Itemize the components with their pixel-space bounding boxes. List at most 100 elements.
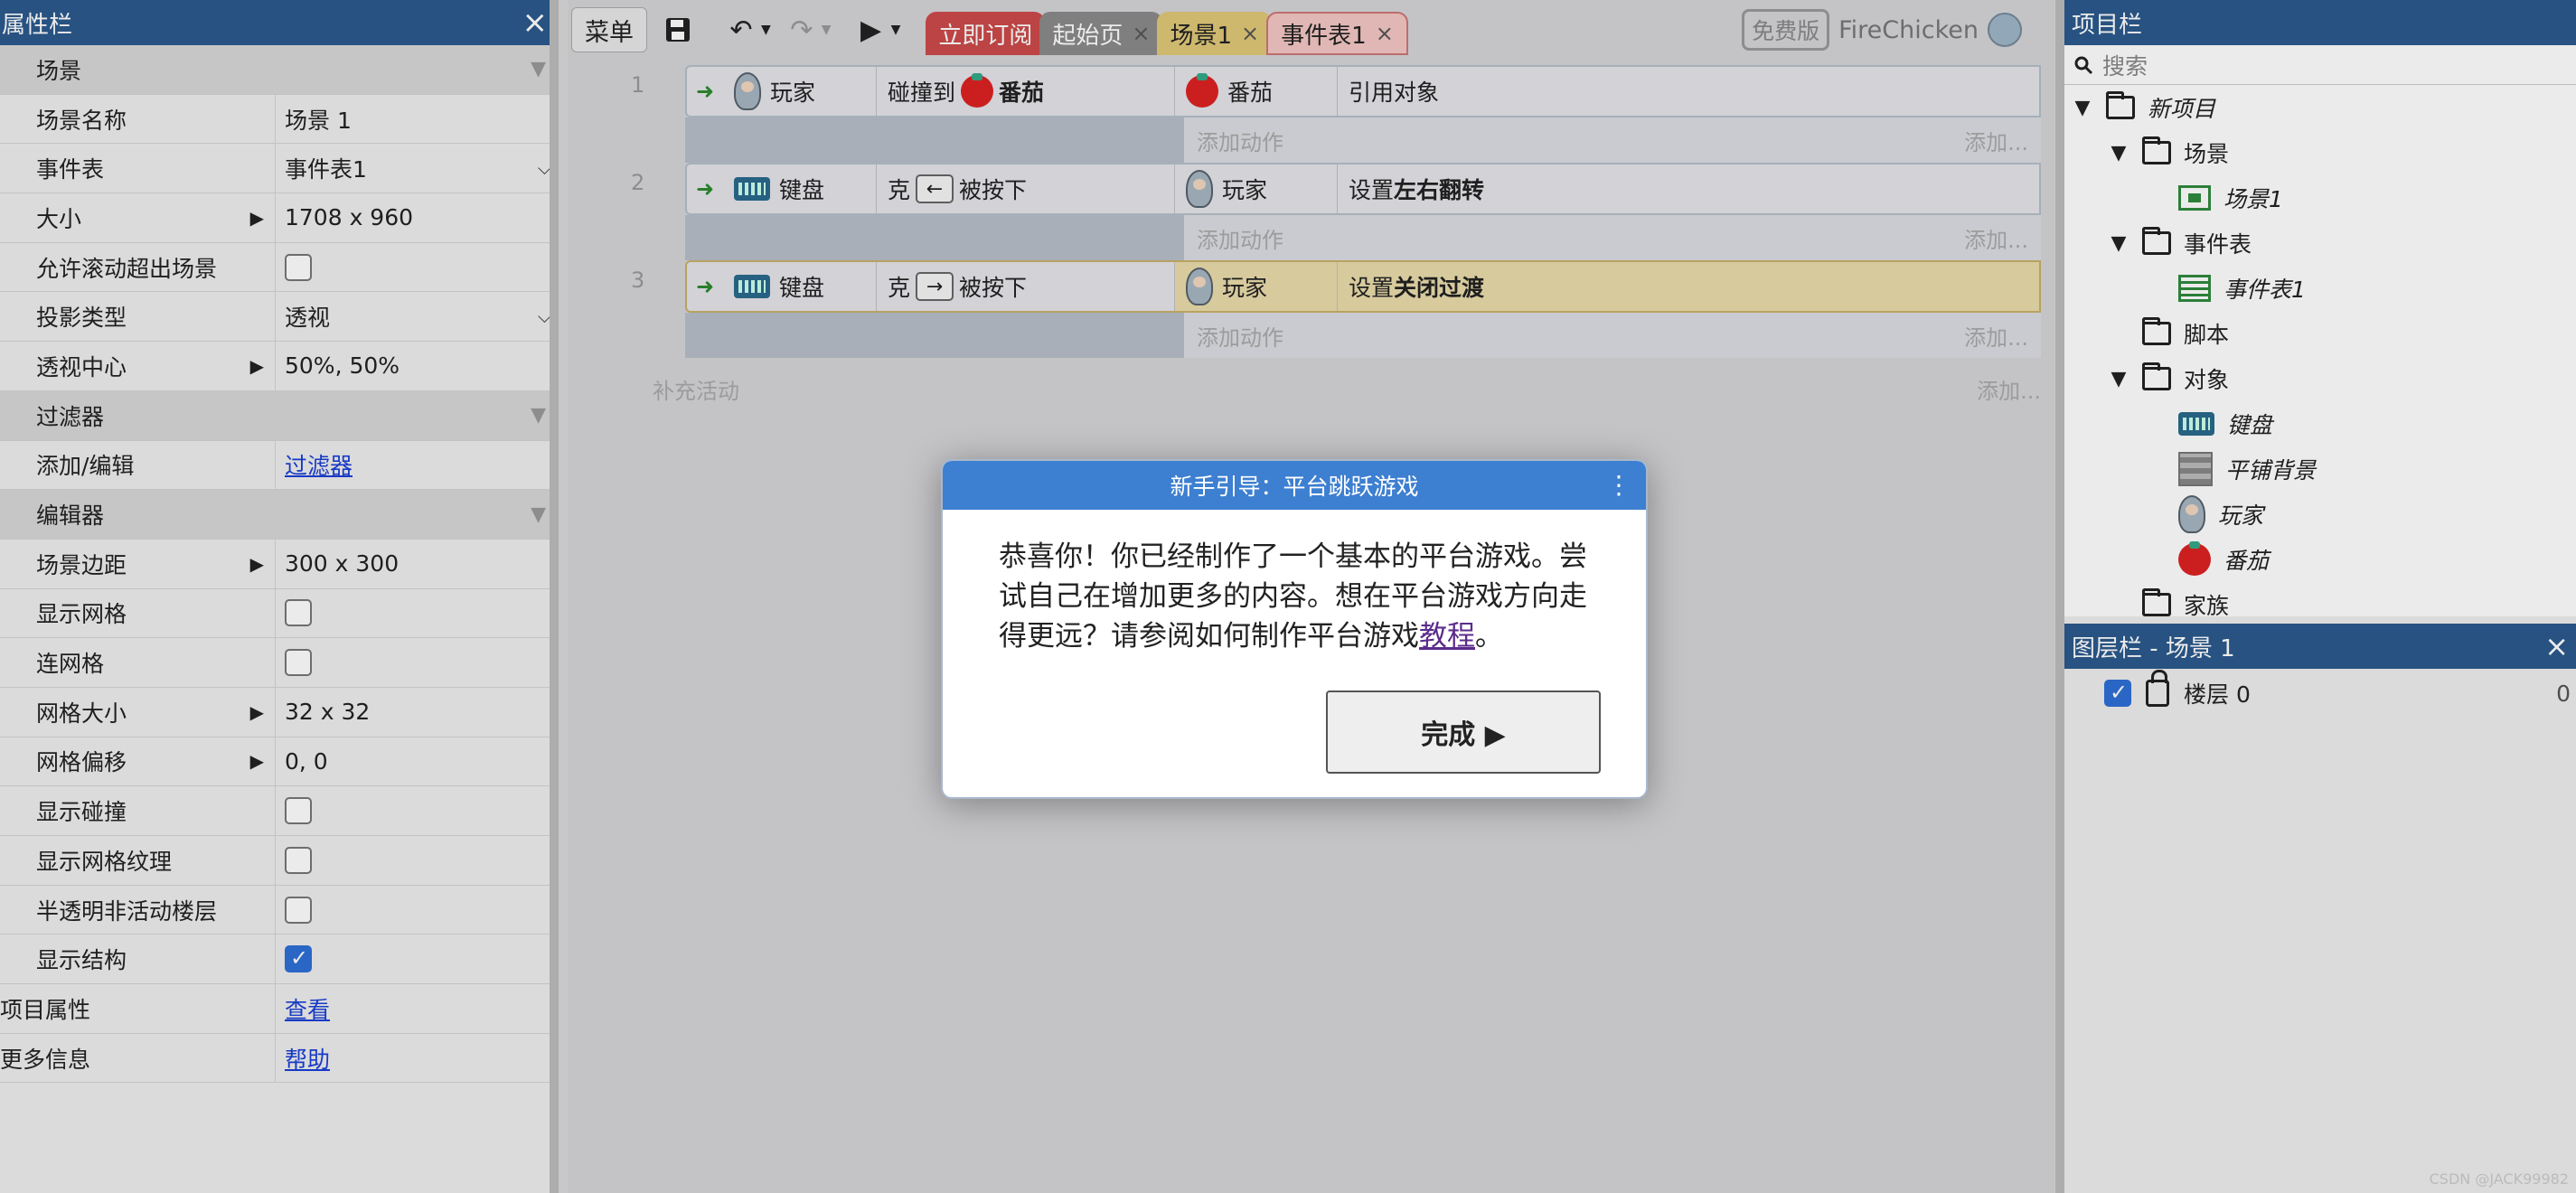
checkbox[interactable] [285, 599, 312, 627]
tree-item[interactable]: 番茄 [2064, 537, 2576, 582]
add-more[interactable]: 添加... [1964, 125, 2028, 156]
tab-label[interactable]: 立即订阅 [938, 17, 1032, 51]
edition-badge[interactable]: 免费版 [1742, 9, 1830, 51]
property-value-cell[interactable] [276, 836, 559, 885]
tree-item[interactable]: 脚本 [2064, 311, 2576, 356]
action[interactable]: 设置 关闭过渡 [1338, 262, 2039, 311]
supplement-row[interactable]: 补充活动 添加... [653, 373, 2041, 405]
tab-scene[interactable]: 场景1 × [1157, 12, 1273, 55]
checkbox[interactable] [285, 797, 312, 825]
play-dropdown-icon[interactable]: ▼ [891, 23, 901, 37]
property-value-cell[interactable] [276, 243, 559, 292]
tutorial-link[interactable]: 教程 [1419, 620, 1475, 653]
close-icon[interactable]: × [1376, 21, 1394, 46]
action-object[interactable]: 番茄 [1175, 67, 1338, 116]
tab-label[interactable]: 场景1 [1170, 17, 1232, 51]
property-value-cell[interactable]: 事件表1 ⌵ [276, 144, 559, 193]
condition-object[interactable]: 键盘 [723, 164, 877, 213]
add-action[interactable]: 添加动作 [1197, 222, 1283, 254]
tree-item[interactable]: 玩家 [2064, 492, 2576, 537]
property-value-cell[interactable]: 透视 ⌵ [276, 292, 559, 341]
add-more[interactable]: 添加... [1964, 222, 2028, 254]
expand-arrow-icon[interactable]: ▼ [2108, 368, 2129, 390]
close-icon[interactable]: × [1241, 21, 1259, 46]
close-icon[interactable]: × [1132, 21, 1150, 46]
tree-item[interactable]: 家族 [2064, 582, 2576, 616]
property-value-cell[interactable] [276, 786, 559, 835]
expand-arrow-icon[interactable]: ▼ [2108, 232, 2129, 255]
checkbox[interactable] [285, 846, 312, 874]
add-action-row[interactable]: 添加动作 添加... [1184, 117, 2041, 163]
condition-object[interactable]: 键盘 [723, 262, 877, 311]
tab-sub[interactable]: 立即订阅 [926, 12, 1046, 55]
expand-arrow-icon[interactable]: ▼ [2108, 142, 2129, 164]
expand-icon[interactable]: ▶ [250, 701, 264, 723]
expand-icon[interactable]: ▶ [250, 553, 264, 575]
panel-splitter[interactable] [550, 0, 559, 1193]
layer-row[interactable]: 楼层 0 0 [2064, 669, 2576, 718]
collapse-icon[interactable]: ▼ [531, 58, 546, 80]
tree-item[interactable]: ▼ 对象 [2064, 356, 2576, 401]
checkbox[interactable] [285, 253, 312, 281]
avatar[interactable] [1988, 13, 2022, 47]
more-vertical-icon[interactable]: ⋮ [1606, 470, 1631, 500]
property-value-cell[interactable] [276, 638, 559, 687]
close-icon[interactable]: × [522, 7, 549, 38]
supplement-add[interactable]: 添加... [1977, 373, 2041, 405]
checkbox[interactable] [285, 896, 312, 924]
property-link[interactable]: 过滤器 [285, 448, 353, 481]
tab-label[interactable]: 事件表1 [1281, 17, 1367, 51]
property-link[interactable]: 查看 [285, 992, 330, 1025]
condition[interactable]: 碰撞到 番茄 [877, 67, 1175, 116]
tree-item[interactable]: ▼ 新项目 [2064, 85, 2576, 130]
panel-splitter[interactable] [2055, 0, 2064, 1193]
layer-visible-checkbox[interactable] [2104, 680, 2131, 707]
done-button[interactable]: 完成 ▶ [1326, 690, 1601, 774]
property-group[interactable]: 场景 ▼ [0, 45, 559, 95]
action-object[interactable]: 玩家 [1175, 262, 1338, 311]
tree-item[interactable]: 事件表1 [2064, 266, 2576, 311]
supplement-label[interactable]: 补充活动 [653, 373, 739, 405]
property-value-cell[interactable]: 查看 [276, 984, 559, 1033]
collapse-icon[interactable]: ▼ [531, 404, 546, 427]
tab-events[interactable]: 事件表1 × [1266, 12, 1408, 55]
checkbox[interactable] [285, 945, 312, 973]
expand-icon[interactable]: ▶ [250, 750, 264, 772]
property-group[interactable]: 过滤器 ▼ [0, 390, 559, 441]
property-value[interactable]: 事件表1 [285, 152, 367, 184]
condition[interactable]: 克 → 被按下 [877, 262, 1175, 311]
add-action[interactable]: 添加动作 [1197, 320, 1283, 352]
redo-dropdown-icon[interactable]: ▼ [822, 23, 832, 37]
search-input[interactable]: 搜索 [2102, 49, 2148, 81]
property-value-cell[interactable] [276, 589, 559, 638]
property-value-cell[interactable] [276, 886, 559, 935]
expand-icon[interactable]: ▶ [250, 355, 264, 377]
expand-arrow-icon[interactable]: ▼ [2072, 97, 2093, 119]
condition-object[interactable]: 玩家 [723, 67, 877, 116]
close-icon[interactable]: × [2544, 629, 2569, 663]
property-value-cell[interactable]: 帮助 [276, 1034, 559, 1083]
tree-item[interactable]: ▼ 场景 [2064, 130, 2576, 175]
tree-item[interactable]: 键盘 [2064, 401, 2576, 446]
add-action-row[interactable]: 添加动作 添加... [1184, 215, 2041, 260]
event-row[interactable]: ➜ 玩家 碰撞到 番茄 番茄 引用对象 [685, 65, 2041, 117]
checkbox[interactable] [285, 649, 312, 677]
search-field[interactable]: 搜索 [2064, 45, 2576, 85]
user-name[interactable]: FireChicken [1838, 16, 1979, 44]
redo-icon[interactable]: ↷ [778, 7, 825, 52]
menu-button[interactable]: 菜单 [571, 7, 647, 52]
property-value-cell[interactable]: 过滤器 [276, 441, 559, 490]
property-value[interactable]: 透视 [285, 300, 330, 333]
action[interactable]: 设置 左右翻转 [1338, 164, 2039, 213]
undo-icon[interactable]: ↶ [718, 7, 765, 52]
event-row[interactable]: ➜ 键盘 克 → 被按下 玩家 设置 关闭过渡 [685, 260, 2041, 313]
add-action-row[interactable]: 添加动作 添加... [1184, 313, 2041, 358]
tab-start[interactable]: 起始页 × [1039, 12, 1163, 55]
lock-icon[interactable] [2146, 670, 2169, 707]
play-icon[interactable]: ▶ [848, 7, 895, 52]
add-more[interactable]: 添加... [1964, 320, 2028, 352]
tab-label[interactable]: 起始页 [1052, 17, 1123, 51]
add-action[interactable]: 添加动作 [1197, 125, 1283, 156]
condition[interactable]: 克 ← 被按下 [877, 164, 1175, 213]
action[interactable]: 引用对象 [1338, 67, 2039, 116]
